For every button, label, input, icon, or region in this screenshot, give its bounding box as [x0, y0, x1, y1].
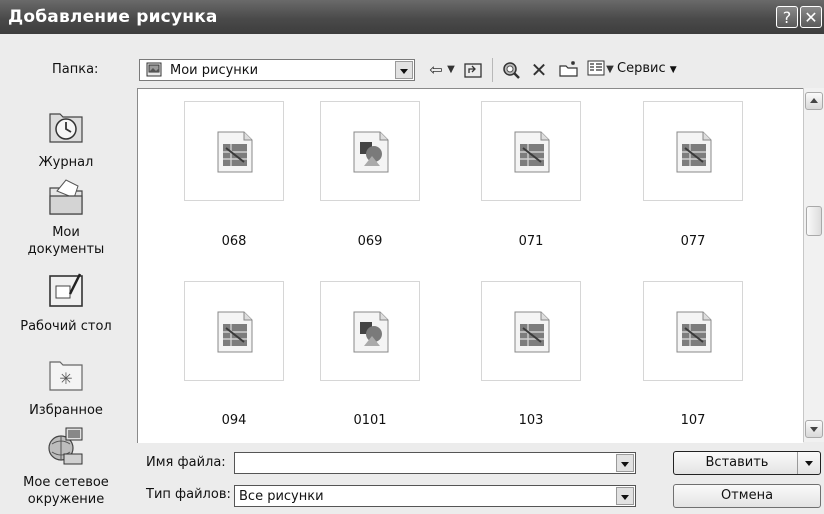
- tools-menu[interactable]: Сервис ▼: [617, 61, 677, 76]
- favorites-icon: ✳: [49, 361, 83, 391]
- folder-dropdown-arrow[interactable]: [395, 61, 413, 79]
- filename-input[interactable]: [234, 452, 636, 474]
- scroll-up-button[interactable]: [805, 92, 823, 110]
- vertical-scrollbar[interactable]: [803, 88, 824, 442]
- clipart-file-icon: [353, 311, 389, 353]
- new-folder-icon[interactable]: [558, 60, 580, 80]
- help-button[interactable]: ?: [776, 6, 798, 28]
- image-file-icon: [676, 131, 712, 173]
- history-icon: [49, 113, 83, 143]
- image-file-icon: [514, 311, 550, 353]
- toolbar-separator: [492, 58, 493, 82]
- image-file-icon: [676, 311, 712, 353]
- file-thumbnail[interactable]: [481, 281, 581, 381]
- place-favorites[interactable]: ✳ Избранное: [0, 352, 132, 419]
- image-file-icon: [514, 131, 550, 173]
- up-one-level-icon[interactable]: [462, 60, 484, 80]
- folder-select[interactable]: Мои рисунки: [139, 59, 415, 81]
- place-favorites-label: Избранное: [29, 403, 103, 418]
- place-desktop[interactable]: Рабочий стол: [0, 268, 132, 335]
- desktop-icon: [49, 273, 83, 307]
- filetype-select[interactable]: Все рисунки: [234, 485, 636, 507]
- title-bar[interactable]: Добавление рисунка ? ✕: [0, 0, 824, 34]
- file-thumbnail[interactable]: [184, 101, 284, 201]
- delete-icon[interactable]: ✕: [528, 60, 550, 80]
- file-thumbnail[interactable]: [643, 281, 743, 381]
- back-icon[interactable]: ⇦: [425, 60, 447, 80]
- search-web-icon[interactable]: [500, 60, 522, 80]
- places-bar: Журнал Мои документы Рабочий стол ✳ Избр…: [0, 90, 132, 514]
- filetype-label: Тип файлов:: [146, 487, 231, 502]
- file-thumbnail[interactable]: [481, 101, 581, 201]
- cancel-button[interactable]: Отмена: [673, 484, 821, 508]
- filetype-dropdown-arrow[interactable]: [616, 487, 634, 505]
- file-name[interactable]: 068: [174, 234, 294, 249]
- insert-button[interactable]: Вставить: [673, 451, 821, 475]
- pictures-folder-icon: [146, 62, 162, 77]
- my-documents-icon: [49, 179, 83, 215]
- place-my-documents[interactable]: Мои документы: [0, 174, 132, 258]
- close-button[interactable]: ✕: [800, 6, 822, 28]
- scroll-down-button[interactable]: [805, 420, 823, 438]
- file-thumbnail[interactable]: [320, 101, 420, 201]
- window-title: Добавление рисунка: [8, 7, 218, 27]
- place-history[interactable]: Журнал: [0, 104, 132, 171]
- file-name[interactable]: 103: [471, 413, 591, 428]
- back-dropdown-icon[interactable]: ▼: [446, 60, 456, 80]
- file-name[interactable]: 107: [633, 413, 753, 428]
- place-history-label: Журнал: [38, 155, 94, 170]
- file-thumbnail[interactable]: [320, 281, 420, 381]
- tools-dropdown-icon: ▼: [669, 65, 677, 75]
- file-name[interactable]: 094: [174, 413, 294, 428]
- svg-text:✳: ✳: [59, 369, 72, 388]
- filename-dropdown-arrow[interactable]: [616, 454, 634, 472]
- insert-button-label: Вставить: [705, 455, 769, 470]
- image-file-icon: [217, 131, 253, 173]
- folder-select-value: Мои рисунки: [170, 63, 259, 78]
- insert-picture-dialog: Добавление рисунка ? ✕ Папка: Мои рисунк…: [0, 0, 824, 514]
- filename-label: Имя файла:: [146, 455, 226, 470]
- filetype-value: Все рисунки: [239, 489, 324, 504]
- network-places-icon: [48, 427, 83, 465]
- place-network[interactable]: Мое сетевое окружение: [0, 424, 132, 508]
- place-my-documents-label: Мои документы: [27, 225, 105, 257]
- file-name[interactable]: 071: [471, 234, 591, 249]
- file-list[interactable]: 068 069 071 077 094 0101 103 107: [137, 88, 803, 443]
- views-dropdown-icon[interactable]: ▼: [605, 60, 615, 80]
- place-network-label: Мое сетевое окружение: [23, 475, 109, 507]
- place-desktop-label: Рабочий стол: [20, 319, 112, 334]
- folder-label: Папка:: [52, 62, 99, 77]
- insert-options-arrow[interactable]: [797, 452, 820, 474]
- clipart-file-icon: [353, 131, 389, 173]
- file-thumbnail[interactable]: [184, 281, 284, 381]
- file-name[interactable]: 077: [633, 234, 753, 249]
- file-name[interactable]: 0101: [310, 413, 430, 428]
- file-thumbnail[interactable]: [643, 101, 743, 201]
- image-file-icon: [217, 311, 253, 353]
- views-icon[interactable]: [586, 60, 606, 80]
- scroll-thumb[interactable]: [806, 206, 822, 236]
- tools-menu-label: Сервис: [617, 61, 666, 76]
- file-name[interactable]: 069: [310, 234, 430, 249]
